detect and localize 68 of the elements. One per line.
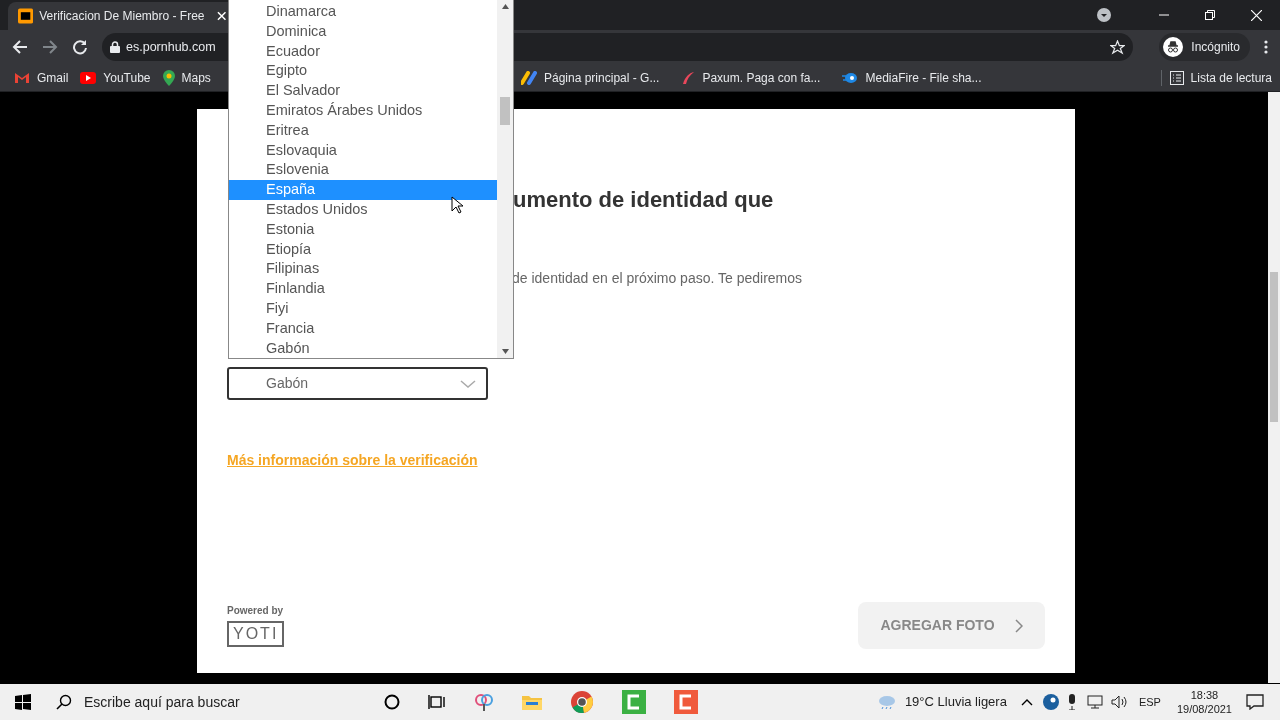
url-text: es.pornhub.com [126,38,216,56]
mail-icon [14,71,30,84]
heading: umento de identidad que [513,186,775,214]
close-icon[interactable] [1251,9,1262,21]
dropdown-option[interactable]: Eslovaquia [229,140,497,161]
dropdown-option[interactable]: Etiopía [229,239,497,260]
search-icon [56,694,72,710]
dropdown-option[interactable]: Fiyi [229,298,497,319]
bookmark-link[interactable]: MediaFire - File sha... [836,68,988,87]
mouse-cursor-icon [451,196,463,214]
bookmark-link[interactable]: YouTube [74,68,157,87]
play-icon [80,71,97,84]
back-icon[interactable] [12,39,28,55]
bookmark-link[interactable]: Paxum. Paga con fa... [675,68,827,87]
chevron-down-icon [460,379,476,388]
dropdown-option[interactable]: Gabón [229,338,497,358]
square-app-icon[interactable] [622,690,646,714]
folder-icon[interactable] [522,694,542,710]
bookmark-link[interactable]: Maps [156,68,217,87]
scroll-down-icon[interactable] [501,349,509,354]
list-icon [1169,70,1184,85]
yoti-logo: YOTI [227,621,285,647]
restore-icon[interactable] [1205,10,1215,20]
scroll-thumb[interactable] [500,97,510,125]
dropdown-option[interactable]: El Salvador [229,81,497,101]
task-view-icon[interactable] [428,694,446,710]
profile-button[interactable]: Incógnito [1159,33,1250,61]
cloud-rain-icon [876,694,897,710]
dropdown-option[interactable]: Eslovenia [229,160,497,181]
close-icon[interactable] [216,11,226,21]
dropdown-option[interactable]: Estonia [229,219,497,240]
reload-icon[interactable] [72,39,88,55]
taskbar-search-field[interactable]: Escribe aquí para buscar [46,684,376,720]
scroll-thumb[interactable] [1270,272,1278,422]
dropdown-option[interactable]: Eritrea [229,120,497,141]
bookmark-link[interactable]: Página principal - G... [515,68,666,87]
dropdown-option[interactable]: Estados Unidos [229,199,497,220]
tab-search-icon[interactable] [1097,8,1111,22]
weather-text[interactable]: 19°C Lluvia ligera [904,692,1007,712]
dropdown-option[interactable]: Ecuador [229,41,497,62]
incognito-icon [1163,37,1184,57]
chevron-right-icon [1014,618,1023,633]
dropdown-option[interactable]: Egipto [229,61,497,82]
dropdown-option[interactable]: Emiratos Árabes Unidos [229,101,497,121]
network-icon[interactable] [1086,695,1103,709]
dropdown-option[interactable]: Francia [229,318,497,339]
site-favicon [18,8,34,24]
reading-list-button[interactable]: Lista de lectura [1169,68,1272,87]
map-pin-icon [162,69,175,86]
chevron-up-icon[interactable] [1020,698,1033,706]
menu-icon[interactable] [1264,40,1268,54]
tab-title: Verificacion De Miembro - Free [39,8,205,25]
language-indicator[interactable]: ESP [1138,693,1161,711]
notifications-icon[interactable] [1246,694,1264,710]
microphone-icon[interactable] [1066,694,1077,710]
forward-icon[interactable] [42,39,58,55]
speaker-icon[interactable] [1110,695,1127,709]
bookmark-link[interactable]: Gmail [8,68,75,87]
powered-by-text: Powered by [227,604,285,618]
square-app-icon[interactable] [674,690,698,714]
lock-icon [110,41,120,53]
dropdown-option[interactable]: Finlandia [229,279,497,299]
star-icon[interactable] [1110,39,1126,55]
windows-icon[interactable] [15,694,31,710]
clock[interactable]: 18:38 19/08/2021 [1176,688,1232,716]
country-select[interactable]: Gabón [227,367,488,400]
scroll-up-icon[interactable] [501,4,509,9]
dropdown-option[interactable]: Filipinas [229,259,497,280]
